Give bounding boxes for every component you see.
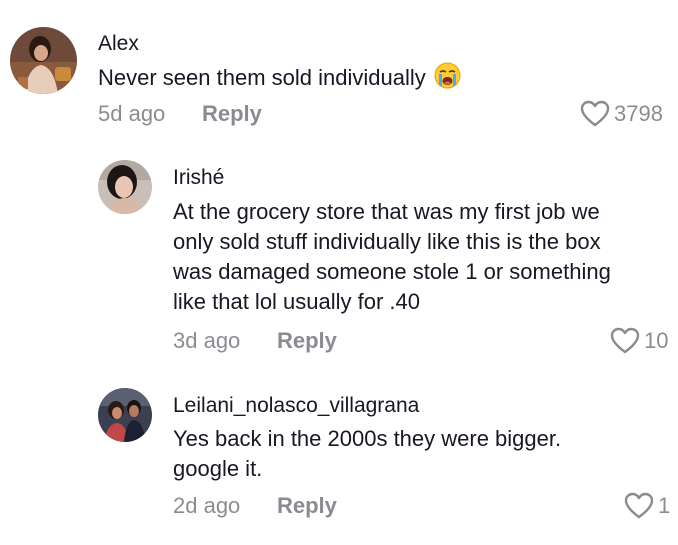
- heart-outline-icon: [624, 492, 654, 519]
- comment-text-line: Never seen them sold individually: [98, 62, 461, 97]
- comment-timestamp: 3d ago: [173, 328, 241, 353]
- comment-text-line: was damaged someone stole 1 or something: [173, 259, 611, 284]
- avatar[interactable]: [98, 160, 152, 214]
- avatar[interactable]: [10, 27, 77, 94]
- reply-button[interactable]: Reply: [277, 328, 337, 354]
- like-button[interactable]: 3798: [580, 100, 663, 128]
- comment-text: At the grocery store that was my first j…: [173, 197, 611, 317]
- loudly-crying-face-icon: [434, 62, 461, 97]
- comment-text-line: only sold stuff individually like this i…: [173, 229, 601, 254]
- comment-text-line: like that lol usually for .40: [173, 289, 421, 314]
- avatar[interactable]: [98, 388, 152, 442]
- heart-outline-icon: [610, 327, 640, 354]
- comment-username[interactable]: Irishé: [173, 166, 224, 190]
- reply-button[interactable]: Reply: [202, 101, 262, 127]
- reply-comment-item: Leilani_nolasco_villagrana Yes back in t…: [0, 378, 678, 538]
- like-button[interactable]: 10: [610, 327, 668, 355]
- comment-text-line: Yes back in the 2000s they were bigger.: [173, 426, 562, 451]
- like-count: 10: [644, 328, 669, 353]
- comment-username[interactable]: Alex: [98, 32, 139, 56]
- reply-comment-item: Irishé At the grocery store that was my …: [0, 150, 678, 370]
- comment-text-line: google it.: [173, 456, 263, 481]
- heart-outline-icon: [580, 100, 610, 127]
- comment-text: Yes back in the 2000s they were bigger. …: [173, 424, 561, 484]
- avatar-image: [10, 27, 77, 94]
- reply-button[interactable]: Reply: [277, 493, 337, 519]
- avatar-image: [98, 388, 152, 442]
- comment-item: Alex Never seen them sold individually 5…: [0, 0, 678, 140]
- avatar-image: [98, 160, 152, 214]
- like-button[interactable]: 1: [624, 492, 670, 520]
- comment-username[interactable]: Leilani_nolasco_villagrana: [173, 394, 419, 418]
- comment-text-line: At the grocery store that was my first j…: [173, 199, 600, 224]
- like-count: 3798: [614, 101, 663, 126]
- comment-timestamp: 2d ago: [173, 493, 241, 518]
- like-count: 1: [658, 493, 671, 518]
- comment-text: Never seen them sold individually: [98, 62, 461, 97]
- comment-timestamp: 5d ago: [98, 101, 166, 126]
